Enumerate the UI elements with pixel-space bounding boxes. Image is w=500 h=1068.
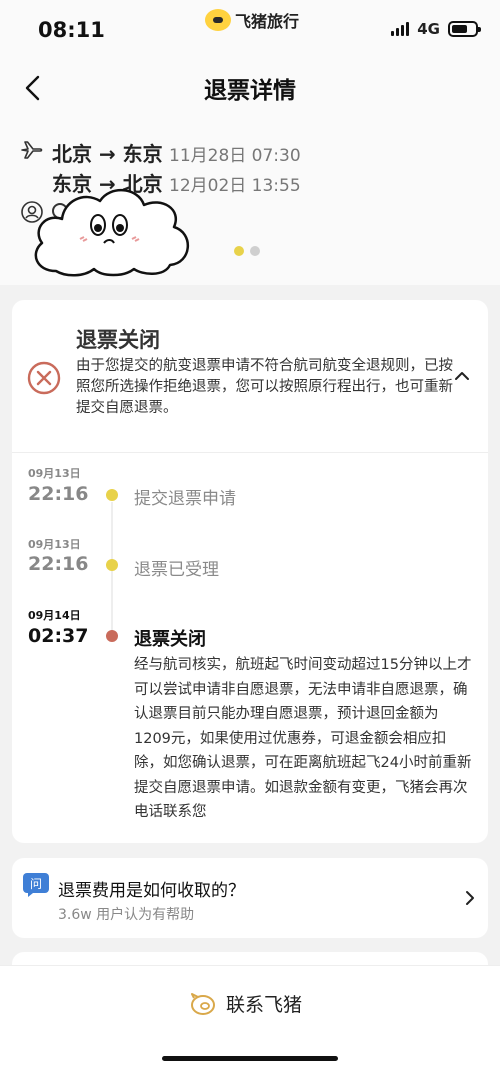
timeline-date: 09月13日: [28, 538, 81, 551]
battery-icon: [448, 21, 481, 37]
status-indicators: 4G: [391, 20, 481, 38]
timeline-time: 02:37: [28, 625, 89, 647]
status-title: 退票关闭: [76, 328, 160, 352]
network-label: 4G: [417, 20, 440, 38]
contact-button[interactable]: 联系飞猪: [190, 990, 302, 1017]
timeline-dot: [106, 489, 118, 501]
faq-title: 退票费用是如何收取的？: [58, 881, 245, 901]
faq-helpful-count: 3.6w 用户认为有帮助: [58, 907, 195, 923]
flight-route: 北京 → 东京: [52, 142, 163, 166]
timeline-dot-current: [106, 630, 118, 642]
timeline-label: 退票关闭: [134, 629, 206, 650]
brand: 飞猪旅行: [205, 8, 299, 32]
home-indicator: [162, 1056, 338, 1061]
question-icon: 问: [23, 873, 49, 897]
plane-icon: [21, 141, 43, 159]
timeline-label: 退票已受理: [134, 560, 219, 580]
brand-label: 飞猪旅行: [235, 12, 300, 31]
signal-icon: [391, 22, 411, 36]
status-time: 08:11: [38, 18, 105, 42]
page-title: 退票详情: [204, 78, 296, 104]
flight-row-outbound: 北京 → 东京 11月28日 07:30: [52, 138, 301, 167]
timeline-time: 22:16: [28, 483, 89, 505]
question-badge: 问: [30, 877, 42, 891]
timeline-time: 22:16: [28, 553, 89, 575]
timeline-dot: [106, 559, 118, 571]
flight-datetime: 11月28日 07:30: [169, 146, 301, 166]
carousel-pager: [234, 246, 266, 256]
timeline-label: 提交退票申请: [134, 489, 236, 509]
divider: [12, 452, 488, 453]
close-circle-icon: [27, 361, 61, 395]
pager-dot: [250, 246, 260, 256]
pager-dot-active: [234, 246, 244, 256]
cloud-sticker: [34, 188, 190, 277]
chevron-right-icon: [466, 891, 474, 905]
pig-service-icon: [191, 992, 215, 1015]
timeline-detail: 经与航司核实，航班起飞时间变动超过15分钟以上才可以尝试申请非自愿退票，无法申请…: [134, 657, 472, 820]
refund-status-card: 退票关闭 由于您提交的航变退票申请不符合航司航变全退规则，已按照您所选操作拒绝退…: [12, 300, 488, 843]
chevron-up-icon[interactable]: [452, 366, 472, 386]
status-description: 由于您提交的航变退票申请不符合航司航变全退规则，已按照您所选操作拒绝退票，您可以…: [76, 358, 453, 416]
bottom-bar: 联系飞猪: [0, 965, 500, 1068]
timeline-date: 09月13日: [28, 467, 81, 480]
timeline-date: 09月14日: [28, 609, 81, 622]
faq-card[interactable]: 问 退票费用是如何收取的？ 3.6w 用户认为有帮助: [12, 858, 488, 938]
contact-label: 联系飞猪: [226, 994, 303, 1016]
pig-logo-icon: [205, 9, 231, 31]
